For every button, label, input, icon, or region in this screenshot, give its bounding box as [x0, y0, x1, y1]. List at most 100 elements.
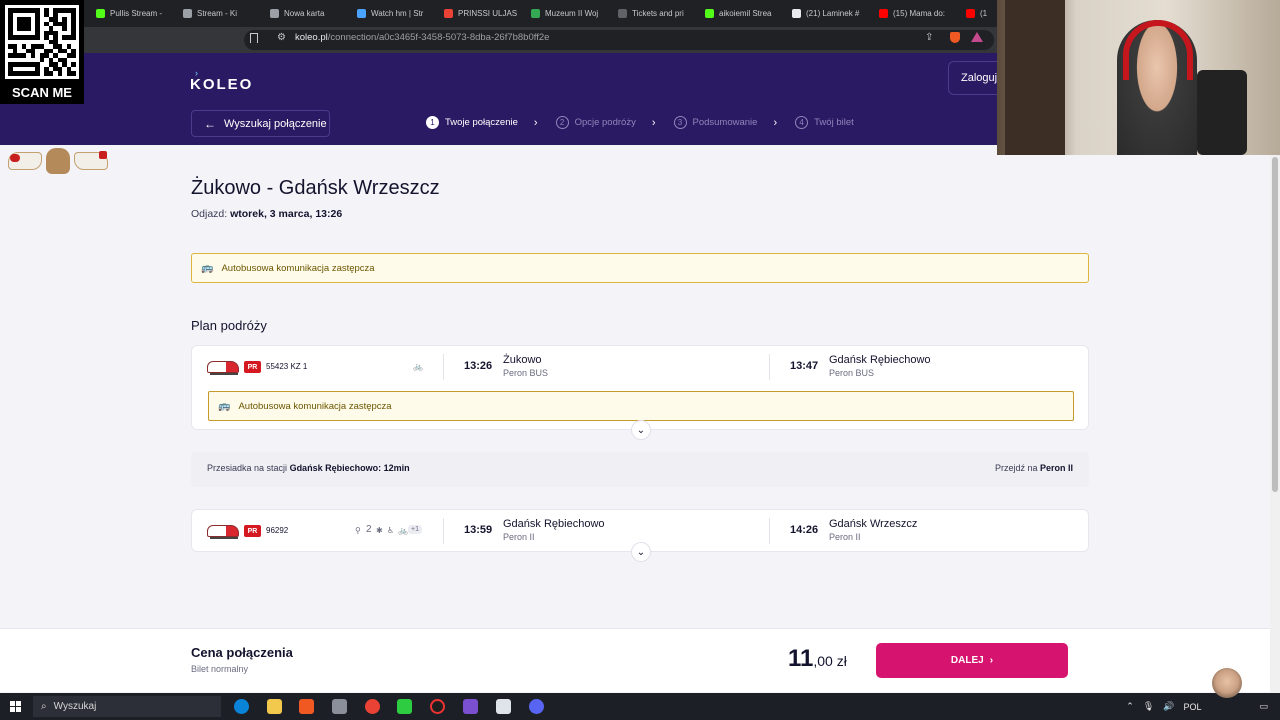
browser-tab[interactable]: PRINSSI ULJAS	[438, 0, 525, 27]
url-host: koleo.pl	[295, 32, 328, 43]
replacement-bus-notice: 🚌 Autobusowa komunikacja zastępcza	[191, 253, 1089, 283]
tab-label: (21) Laminek #	[806, 9, 860, 18]
tab-label: Tickets and pri	[632, 9, 684, 18]
chevron-right-icon: ›	[773, 116, 778, 129]
app-icon[interactable]	[332, 699, 347, 714]
language-indicator[interactable]: POL	[1183, 702, 1201, 712]
qr-label: SCAN ME	[12, 85, 72, 100]
transfer-station-name: Gdańsk Rębiechowo	[289, 463, 379, 473]
departure-station: Żukowo	[503, 354, 542, 366]
browser-tab[interactable]: Pullis Stream -	[90, 0, 177, 27]
tab-favicon-icon	[792, 9, 801, 18]
webcam-face-overlay	[1212, 668, 1242, 698]
browser-tab[interactable]: Watch hm | Str	[351, 0, 438, 27]
browser-tab[interactable]: (15) Mama do:	[873, 0, 960, 27]
train-number: 96292	[266, 526, 289, 535]
windows-start-icon[interactable]	[10, 701, 21, 712]
webcam-overlay	[997, 0, 1280, 155]
chrome-icon[interactable]	[365, 699, 380, 714]
security-app-icon[interactable]	[496, 699, 511, 714]
brave-icon[interactable]	[299, 699, 314, 714]
back-to-search-label: Wyszukaj połączenie	[224, 117, 327, 130]
notifications-icon[interactable]: ▭	[1259, 701, 1268, 712]
departure-station: Gdańsk Rębiechowo	[503, 518, 605, 530]
chevron-right-icon: ›	[533, 116, 538, 129]
browser-tab[interactable]: Nowa karta	[264, 0, 351, 27]
snowflake-icon: ✱	[376, 526, 383, 535]
browser-tab[interactable]: Muzeum II Woj	[525, 0, 612, 27]
chevron-right-icon: ›	[651, 116, 656, 129]
bus-icon: 🚌	[218, 400, 231, 412]
transfer-prefix: Przesiadka na stacji	[207, 463, 288, 473]
system-tray: ⌃ 🎙 🔊 POL ▭	[1126, 693, 1280, 720]
tab-favicon-icon	[618, 9, 627, 18]
browser-tab[interactable]: Tickets and pri	[612, 0, 699, 27]
tab-label: PRINSSI ULJAS	[458, 9, 518, 18]
brave-shield-icon[interactable]	[950, 32, 960, 43]
kick-icon[interactable]	[397, 699, 412, 714]
next-button[interactable]: DALEJ ›	[876, 643, 1068, 678]
discord-icon[interactable]	[529, 699, 544, 714]
share-icon[interactable]: ⇪	[925, 32, 933, 43]
step-3: 3 Podsumowanie	[673, 116, 757, 129]
price-footer: Cena połączenia Bilet normalny 11,00 zł …	[0, 628, 1270, 692]
chat-app-icon[interactable]	[463, 699, 478, 714]
tab-favicon-icon	[96, 9, 105, 18]
microphone-icon[interactable]: 🎙	[1143, 701, 1154, 712]
stream-stickers-overlay	[8, 146, 113, 176]
checkout-steps: 1 Twoje połączenie › 2 Opcje podróży › 3 Po…	[426, 116, 854, 129]
arrival-time: 14:26	[790, 524, 819, 536]
browser-tab[interactable]: Stream - Ki	[177, 0, 264, 27]
file-explorer-icon[interactable]	[267, 699, 282, 714]
next-label: DALEJ	[950, 655, 984, 666]
webcam-shelf	[1005, 0, 1065, 155]
taskbar-search-label: Wyszukaj	[53, 701, 97, 712]
edge-icon[interactable]	[234, 699, 249, 714]
url-path: /connection/a0c3465f-3458-5073-8dba-26f7…	[327, 32, 550, 43]
browser-tab[interactable]: (21) Laminek #	[786, 0, 873, 27]
scrollbar-thumb[interactable]	[1272, 157, 1278, 492]
departure-label: Odjazd:	[191, 208, 228, 220]
step-4: 4 Twój bilet	[795, 116, 854, 129]
webcam-chair	[1197, 70, 1247, 155]
divider	[443, 518, 444, 544]
search-icon: ⌕	[41, 701, 47, 712]
arrival-platform: Peron BUS	[829, 368, 875, 378]
bookmark-icon[interactable]	[250, 33, 258, 43]
tab-favicon-icon	[444, 9, 453, 18]
koleo-logo[interactable]: KOLEO	[190, 76, 253, 93]
more-amenities-badge[interactable]: +1	[408, 525, 422, 534]
taskbar-search[interactable]: ⌕ Wyszukaj	[33, 696, 221, 717]
qr-code-overlay: SCAN ME	[0, 0, 84, 104]
departure-platform: Peron II	[503, 532, 535, 542]
transfer-platform: Przejdź na Peron II	[995, 463, 1073, 473]
bus-icon: 🚌	[201, 262, 214, 274]
site-settings-icon[interactable]: ⚙	[277, 32, 286, 43]
browser-tab[interactable]: aikoiemil Strea	[699, 0, 786, 27]
volume-icon[interactable]: 🔊	[1163, 701, 1174, 712]
tab-favicon-icon	[879, 9, 888, 18]
tab-favicon-icon	[183, 9, 192, 18]
step-number: 2	[555, 116, 569, 129]
notice-text: Autobusowa komunikacja zastępcza	[238, 400, 392, 412]
departure-time: 13:59	[464, 524, 493, 536]
brave-rewards-icon[interactable]	[971, 32, 983, 42]
departure-info: Odjazd: wtorek, 3 marca, 13:26	[191, 208, 342, 220]
leg-replacement-bus-notice: 🚌 Autobusowa komunikacja zastępcza	[208, 391, 1074, 421]
page-scrollbar[interactable]	[1270, 145, 1280, 695]
transfer-right-prefix: Przejdź na	[994, 463, 1038, 473]
arrival-platform: Peron II	[829, 532, 861, 542]
url-text[interactable]: koleo.pl/connection/a0c3465f-3458-5073-8…	[295, 32, 549, 43]
divider	[769, 518, 770, 544]
tab-favicon-icon	[270, 9, 279, 18]
obs-icon[interactable]	[430, 699, 445, 714]
expand-leg-button[interactable]: ⌄	[631, 420, 651, 440]
sticker-emote-icon	[74, 151, 108, 170]
chevron-up-icon[interactable]: ⌃	[1126, 701, 1134, 712]
divider	[443, 354, 444, 380]
step-label: Twój bilet	[814, 117, 854, 128]
back-to-search-button[interactable]: ← Wyszukaj połączenie	[191, 110, 330, 137]
chevron-down-icon: ⌄	[636, 546, 646, 558]
expand-leg-button[interactable]: ⌄	[631, 542, 651, 562]
tab-favicon-icon	[705, 9, 714, 18]
